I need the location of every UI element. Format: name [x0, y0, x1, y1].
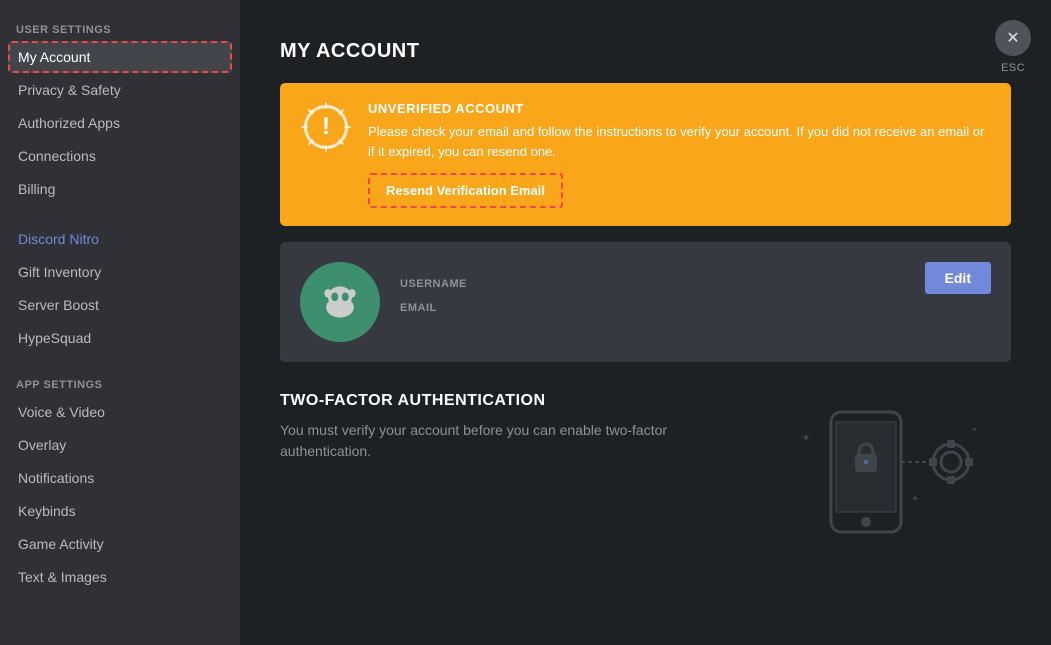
sidebar-item-connections[interactable]: Connections	[8, 140, 232, 172]
svg-text:✦: ✦	[971, 425, 978, 434]
sidebar-item-server-boost[interactable]: Server Boost	[8, 289, 232, 321]
sidebar-item-keybinds[interactable]: Keybinds	[8, 495, 232, 527]
username-label: USERNAME	[400, 278, 991, 290]
email-label: EMAIL	[400, 302, 991, 314]
avatar	[300, 262, 380, 342]
esc-button[interactable]: ✕ ESC	[995, 20, 1031, 74]
account-card: USERNAME EMAIL Edit	[280, 242, 1011, 362]
sidebar-item-label: Gift Inventory	[18, 264, 101, 280]
sidebar-item-label: Authorized Apps	[18, 115, 120, 131]
esc-label: ESC	[1001, 62, 1025, 74]
sidebar-item-label: Billing	[18, 181, 55, 197]
banner-text-area: UNVERIFIED ACCOUNT Please check your ema…	[368, 101, 991, 208]
sidebar-item-notifications[interactable]: Notifications	[8, 462, 232, 494]
sidebar-item-overlay[interactable]: Overlay	[8, 429, 232, 461]
sidebar-item-label: Connections	[18, 148, 96, 164]
user-settings-label: USER SETTINGS	[8, 16, 232, 40]
sidebar-item-billing[interactable]: Billing	[8, 173, 232, 205]
username-field: USERNAME	[400, 278, 991, 290]
sidebar-item-label: Server Boost	[18, 297, 99, 313]
tfa-image: ✦ ✦ ✦	[751, 392, 1011, 552]
sidebar-item-label: Discord Nitro	[18, 231, 99, 247]
warning-icon: !	[300, 101, 352, 153]
sidebar-item-label: My Account	[18, 49, 90, 65]
sidebar-item-discord-nitro[interactable]: Discord Nitro	[8, 223, 232, 255]
sidebar-item-voice-video[interactable]: Voice & Video	[8, 396, 232, 428]
sidebar-item-hypesquad[interactable]: HypeSquad	[8, 322, 232, 354]
banner-description: Please check your email and follow the i…	[368, 122, 991, 161]
sidebar-item-label: HypeSquad	[18, 330, 91, 346]
app-settings-label: APP SETTINGS	[8, 371, 232, 395]
tfa-section: TWO-FACTOR AUTHENTICATION You must verif…	[280, 392, 1011, 557]
email-field: EMAIL	[400, 302, 991, 314]
exclamation-mark: !	[322, 113, 330, 141]
sidebar-item-text-images[interactable]: Text & Images	[8, 561, 232, 593]
sidebar-item-privacy-safety[interactable]: Privacy & Safety	[8, 74, 232, 106]
resend-verification-button[interactable]: Resend Verification Email	[368, 173, 563, 208]
sidebar-item-label: Game Activity	[18, 536, 104, 552]
unverified-banner: ! UNVERIFIED ACCOUNT Please check your e…	[280, 83, 1011, 226]
exclamation-ring: !	[304, 105, 348, 149]
sidebar-item-label: Text & Images	[18, 569, 107, 585]
sidebar-item-label: Privacy & Safety	[18, 82, 121, 98]
banner-title: UNVERIFIED ACCOUNT	[368, 101, 991, 116]
tfa-description: You must verify your account before you …	[280, 420, 731, 462]
sidebar-item-label: Overlay	[18, 437, 66, 453]
sidebar-item-label: Keybinds	[18, 503, 76, 519]
tfa-title: TWO-FACTOR AUTHENTICATION	[280, 392, 731, 410]
main-content: ✕ ESC MY ACCOUNT !	[240, 0, 1051, 645]
avatar-image	[314, 276, 366, 328]
sidebar: USER SETTINGS My Account Privacy & Safet…	[0, 0, 240, 645]
close-icon: ✕	[995, 20, 1031, 56]
sidebar-item-label: Voice & Video	[18, 404, 105, 420]
page-title: MY ACCOUNT	[280, 40, 1011, 63]
sidebar-item-label: Notifications	[18, 470, 94, 486]
sidebar-item-my-account[interactable]: My Account	[8, 41, 232, 73]
tfa-text: TWO-FACTOR AUTHENTICATION You must verif…	[280, 392, 731, 462]
account-info: USERNAME EMAIL	[400, 278, 991, 326]
sidebar-item-authorized-apps[interactable]: Authorized Apps	[8, 107, 232, 139]
tfa-illustration: ✦ ✦ ✦	[751, 392, 1011, 557]
svg-text:✦: ✦	[801, 431, 811, 445]
sidebar-item-gift-inventory[interactable]: Gift Inventory	[8, 256, 232, 288]
sidebar-item-game-activity[interactable]: Game Activity	[8, 528, 232, 560]
svg-text:✦: ✦	[911, 494, 919, 505]
edit-button[interactable]: Edit	[925, 262, 991, 294]
